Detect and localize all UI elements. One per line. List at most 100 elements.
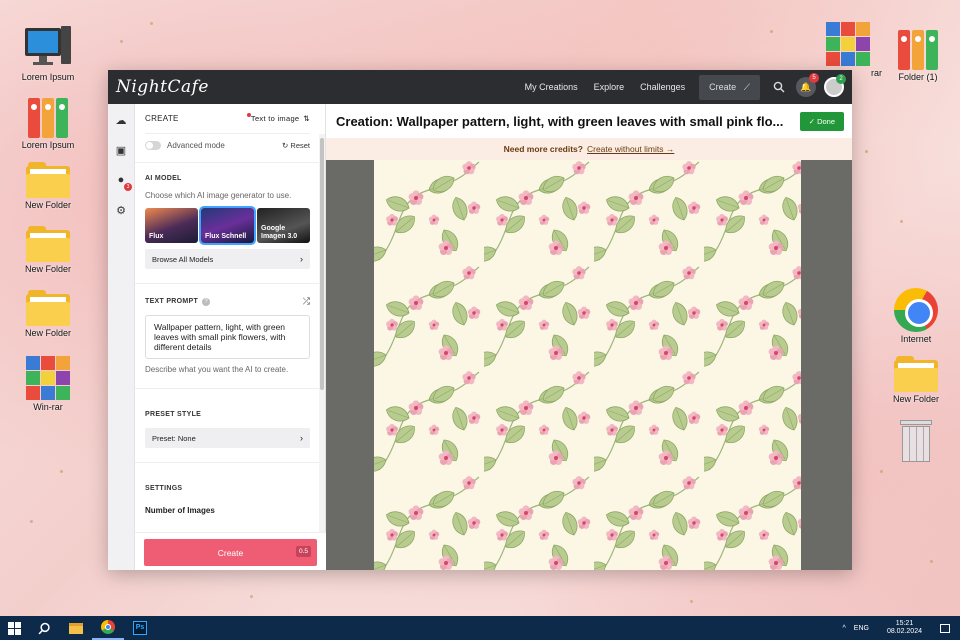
notifications-button[interactable]: 🔔 5 xyxy=(796,73,819,97)
mode-indicator-dot xyxy=(246,113,251,117)
advanced-mode-label: Advanced mode xyxy=(167,140,225,150)
chrome-taskbar-icon[interactable] xyxy=(92,616,124,640)
done-label: Done xyxy=(817,116,835,126)
floral-pattern xyxy=(374,160,801,570)
top-navigation-bar: NightCafe My Creations Explore Challenge… xyxy=(108,70,852,104)
help-icon[interactable]: ? xyxy=(202,297,211,306)
creation-title: Creation: Wallpaper pattern, light, with… xyxy=(336,113,784,129)
clock-date: 08.02.2024 xyxy=(886,628,922,635)
chevron-right-icon: › xyxy=(300,433,303,443)
nav-create-button[interactable]: Create ⟋ xyxy=(699,74,760,100)
side-rail: ☁ ▣ ● 3 ⚙ xyxy=(108,104,135,570)
user-avatar[interactable]: 2 xyxy=(824,74,846,97)
browse-models-label: Browse All Models xyxy=(152,254,214,264)
browse-models-button[interactable]: Browse All Models › xyxy=(145,249,310,269)
ai-model-label: AI MODEL xyxy=(145,175,182,182)
updown-chevron-icon: ⇅ xyxy=(303,114,310,123)
model-card-imagen[interactable]: Google Imagen 3.0 xyxy=(257,208,310,243)
shuffle-icon[interactable]: ⤮ xyxy=(303,296,310,307)
chat-badge: 3 xyxy=(124,183,132,191)
photoshop-icon[interactable]: Ps xyxy=(124,616,156,640)
preset-style-label: PRESET STYLE xyxy=(145,411,202,418)
create-wand-icon[interactable]: ☁ xyxy=(113,112,129,128)
settings-label: SETTINGS xyxy=(145,485,183,492)
desktop-icon-folder-1[interactable]: Folder (1) xyxy=(882,28,954,82)
text-prompt-input[interactable]: Wallpaper pattern, light, with green lea… xyxy=(145,315,310,359)
notification-center-icon[interactable] xyxy=(940,623,950,633)
credits-prompt: Need more credits? xyxy=(503,144,583,154)
windows-start-icon[interactable] xyxy=(0,616,28,640)
winrar-icon xyxy=(26,356,70,400)
folder-icon xyxy=(894,356,938,392)
create-bar: Create 0.5 xyxy=(135,532,326,570)
nav-my-creations[interactable]: My Creations xyxy=(517,82,586,92)
chrome-icon xyxy=(894,288,938,332)
create-without-limits-link[interactable]: Create without limits → xyxy=(587,144,674,154)
preset-value: Preset: None xyxy=(152,433,196,443)
wand-icon: ⟋ xyxy=(743,81,750,92)
reset-label: Reset xyxy=(290,140,310,150)
mode-select[interactable]: Text to image ⇅ xyxy=(246,113,310,123)
clock-time: 15:21 xyxy=(895,620,914,628)
advanced-mode-toggle[interactable] xyxy=(145,140,161,150)
app-logo[interactable]: NightCafe xyxy=(116,77,209,97)
binders-icon xyxy=(26,96,70,138)
tray-chevron-up-icon[interactable]: ^ xyxy=(842,625,845,632)
model-list: Flux Flux Schnell Google Imagen 3.0 xyxy=(145,206,310,245)
taskbar: Ps ^ ENG 15:21 08.02.2024 xyxy=(0,616,960,640)
taskbar-search-icon[interactable] xyxy=(28,616,60,640)
desktop-icon-recycle-bin[interactable] xyxy=(880,420,952,464)
desktop-icon-computer[interactable]: Lorem Ipsum xyxy=(12,26,84,82)
tray-clock[interactable]: 15:21 08.02.2024 xyxy=(887,620,922,635)
nav-create-label: Create xyxy=(709,81,737,92)
folder-icon xyxy=(26,226,70,262)
desktop-icon-new-folder[interactable]: New Folder xyxy=(12,226,84,274)
panel-title: CREATE xyxy=(145,114,179,123)
create-button-label: Create xyxy=(217,547,244,558)
number-of-images-label: Number of Images xyxy=(145,506,215,515)
panel-scrollbar[interactable] xyxy=(319,134,325,570)
desktop-icon-new-folder[interactable]: New Folder xyxy=(880,356,952,404)
done-button[interactable]: ✓ Done xyxy=(799,111,844,131)
main-nav: My Creations Explore Challenges Create ⟋… xyxy=(517,73,846,100)
mode-select-value: Text to image xyxy=(250,114,300,123)
desktop-icon-internet[interactable]: Internet xyxy=(880,288,952,344)
panel-header: CREATE Text to image ⇅ xyxy=(145,104,310,134)
image-stage xyxy=(326,160,852,570)
search-icon[interactable] xyxy=(770,78,788,96)
model-card-flux[interactable]: Flux xyxy=(145,208,198,243)
create-button[interactable]: Create 0.5 xyxy=(144,539,317,566)
desktop-icon-new-folder[interactable]: New Folder xyxy=(12,162,84,210)
desktop-icon-new-folder[interactable]: New Folder xyxy=(12,290,84,338)
winrar-icon xyxy=(826,22,870,66)
advanced-mode-row: Advanced mode ↻ Reset xyxy=(145,134,310,156)
computer-icon xyxy=(25,26,71,70)
folder-icon xyxy=(26,162,70,198)
credits-banner: Need more credits? Create without limits… xyxy=(326,138,852,160)
credit-cost-badge: 0.5 xyxy=(295,546,311,557)
generated-image[interactable] xyxy=(374,160,801,570)
preset-select[interactable]: Preset: None › xyxy=(145,428,310,448)
recycle-bin-icon xyxy=(898,420,934,464)
chevron-right-icon: › xyxy=(300,254,303,264)
model-card-flux-schnell[interactable]: Flux Schnell xyxy=(199,206,256,245)
nav-challenges[interactable]: Challenges xyxy=(632,82,693,92)
text-prompt-hint: Describe what you want the AI to create. xyxy=(145,365,289,374)
settings-gear-icon[interactable]: ⚙ xyxy=(113,202,129,218)
ai-model-desc: Choose which AI image generator to use. xyxy=(145,191,292,200)
language-indicator[interactable]: ENG xyxy=(854,625,869,632)
desktop-icon-winrar[interactable]: Win-rar xyxy=(12,356,84,412)
desktop-icon-binders[interactable]: Lorem Ipsum xyxy=(12,96,84,150)
file-explorer-icon[interactable] xyxy=(60,616,92,640)
gallery-icon[interactable]: ▣ xyxy=(113,142,129,158)
check-icon: ✓ xyxy=(808,116,818,126)
avatar-badge: 2 xyxy=(836,74,846,84)
binders-icon xyxy=(896,28,940,70)
app-window: NightCafe My Creations Explore Challenge… xyxy=(108,70,852,570)
create-panel: CREATE Text to image ⇅ Advanced mode ↻ R… xyxy=(135,104,326,570)
reset-button[interactable]: ↻ Reset xyxy=(282,141,310,150)
nav-explore[interactable]: Explore xyxy=(586,82,633,92)
creation-view: Creation: Wallpaper pattern, light, with… xyxy=(326,104,852,570)
chat-icon[interactable]: ● 3 xyxy=(113,172,132,191)
notification-count-badge: 5 xyxy=(809,73,819,83)
